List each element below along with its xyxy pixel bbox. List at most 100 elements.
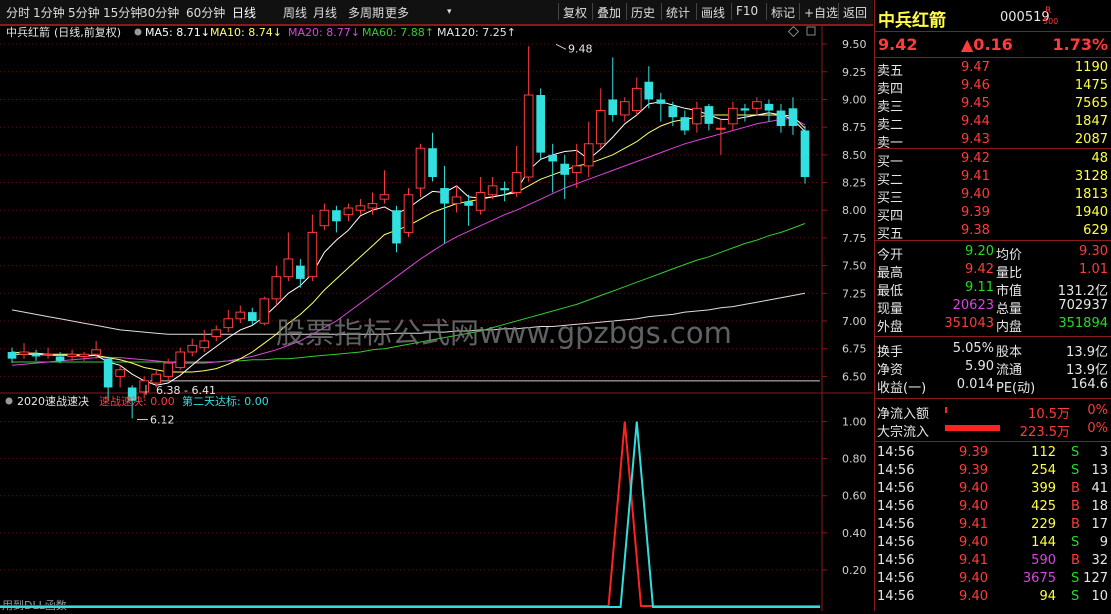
candle-body[interactable] [223, 318, 234, 329]
candle-body[interactable] [668, 106, 678, 118]
candle-body[interactable] [619, 101, 630, 116]
indicator-settings-icon[interactable] [5, 397, 13, 405]
candle-body[interactable] [355, 205, 366, 211]
candle-body[interactable] [319, 209, 330, 227]
candle-body[interactable] [103, 358, 113, 388]
candle-body[interactable] [79, 353, 89, 357]
candle-body[interactable] [656, 99, 666, 104]
candle-body[interactable] [163, 362, 174, 377]
candle-body[interactable] [43, 353, 53, 356]
toolbar-button-5[interactable]: F10 [736, 4, 758, 18]
period-tab-4[interactable]: 30分钟 [140, 4, 179, 21]
candle-body[interactable] [536, 95, 545, 153]
candle-body[interactable] [199, 340, 210, 349]
candle-body[interactable] [343, 207, 354, 216]
candle-body[interactable] [415, 147, 426, 189]
period-tab-1[interactable]: 1分钟 [33, 4, 65, 21]
toolbar-button-6[interactable]: 标记 [771, 4, 795, 21]
toolbar-button-4[interactable]: 画线 [701, 4, 725, 21]
candle-body[interactable] [211, 329, 222, 338]
candle-body[interactable] [139, 380, 149, 393]
candle-body[interactable] [583, 143, 594, 167]
candle-body[interactable] [379, 194, 390, 200]
candle-body[interactable] [151, 373, 162, 384]
period-tab-10[interactable]: 更多 [385, 4, 409, 21]
more-chevron-icon[interactable]: ▾ [447, 7, 452, 17]
badge-r: R [1045, 6, 1052, 16]
candle-body[interactable] [31, 354, 41, 357]
candle-body[interactable] [296, 265, 305, 279]
candle-body[interactable] [608, 99, 618, 115]
candle-body[interactable] [776, 110, 786, 127]
candle-body[interactable] [271, 276, 282, 300]
candle-body[interactable] [740, 108, 750, 111]
candle-body[interactable] [560, 163, 570, 175]
tick-time: 14:56 [877, 499, 915, 514]
candle-body[interactable] [440, 188, 449, 204]
candle-body[interactable] [571, 165, 582, 174]
candle-body[interactable] [752, 101, 762, 109]
candle-body[interactable] [728, 107, 738, 125]
candle-body[interactable] [788, 108, 798, 127]
period-tab-9[interactable]: 多周期 [348, 4, 384, 21]
candle-body[interactable] [19, 351, 29, 355]
tick-side: B [1071, 481, 1080, 496]
period-tab-6[interactable]: 日线 [232, 4, 256, 21]
candle-body[interactable] [692, 107, 702, 125]
toolbar-button-8[interactable]: 返回 [843, 4, 867, 21]
diamond-icon[interactable] [787, 25, 800, 38]
candle-body[interactable] [800, 130, 810, 177]
candle-body[interactable] [367, 203, 378, 209]
legend-settings-icon[interactable] [134, 28, 142, 36]
candle-body[interactable] [511, 172, 522, 194]
candle-body[interactable] [307, 231, 318, 278]
candle-body[interactable] [7, 352, 17, 359]
toolbar-button-1[interactable]: 叠加 [597, 4, 621, 21]
candle-body[interactable] [680, 117, 690, 131]
period-tab-2[interactable]: 5分钟 [68, 4, 100, 21]
period-tab-3[interactable]: 15分钟 [103, 4, 142, 21]
candle-body[interactable] [55, 356, 65, 361]
candle-body[interactable] [67, 353, 77, 357]
candle-body[interactable] [704, 106, 714, 124]
toolbar-button-3[interactable]: 统计 [666, 4, 690, 21]
candle-body[interactable] [500, 188, 509, 191]
candle-body[interactable] [247, 312, 257, 321]
candle-body[interactable] [451, 196, 462, 205]
candle-body[interactable] [332, 210, 341, 222]
toolbar-button-7[interactable]: +自选 [804, 4, 838, 21]
candle-body[interactable] [403, 194, 414, 233]
candle-body[interactable] [464, 201, 473, 206]
candle-body[interactable] [91, 349, 101, 355]
candle-body[interactable] [548, 154, 558, 162]
candle-body[interactable] [644, 81, 654, 100]
fund-value: 0.014 [956, 377, 994, 392]
toolbar-divider [661, 3, 662, 20]
chart-area[interactable]: 9.50 9.25 9.00 8.75 8.50 8.25 8.00 7.75 7.50 7.25… [0, 25, 873, 612]
ask-row: 卖一 9.43 2087 [875, 131, 1111, 151]
candle-body[interactable] [631, 87, 642, 112]
candle-body[interactable] [259, 298, 270, 324]
candle-body[interactable] [235, 311, 246, 320]
candle-body[interactable] [764, 103, 774, 111]
period-tab-0[interactable]: 分时 [6, 4, 30, 21]
candle-body[interactable] [487, 185, 498, 196]
candle-body[interactable] [175, 351, 186, 369]
candle-body[interactable] [716, 127, 726, 130]
period-tab-5[interactable]: 60分钟 [186, 4, 225, 21]
toolbar-button-0[interactable]: 复权 [563, 4, 587, 21]
candle-body[interactable] [475, 192, 486, 211]
candle-body[interactable] [392, 210, 401, 244]
candle-body[interactable] [428, 148, 437, 177]
toolbar-button-2[interactable]: 历史 [631, 4, 655, 21]
candle-body[interactable] [523, 94, 534, 178]
candle-body[interactable] [115, 369, 125, 377]
bid-row: 买四 9.39 1940 [875, 204, 1111, 224]
candle-body[interactable] [283, 258, 294, 278]
period-tab-7[interactable]: 周线 [283, 4, 307, 21]
square-icon[interactable] [806, 26, 816, 36]
candle-body[interactable] [187, 344, 198, 353]
candle-body[interactable] [595, 110, 606, 145]
kline-chart[interactable]: 9.50 9.25 9.00 8.75 8.50 8.25 8.00 7.75 7.50 7.25… [0, 25, 873, 612]
period-tab-8[interactable]: 月线 [313, 4, 337, 21]
